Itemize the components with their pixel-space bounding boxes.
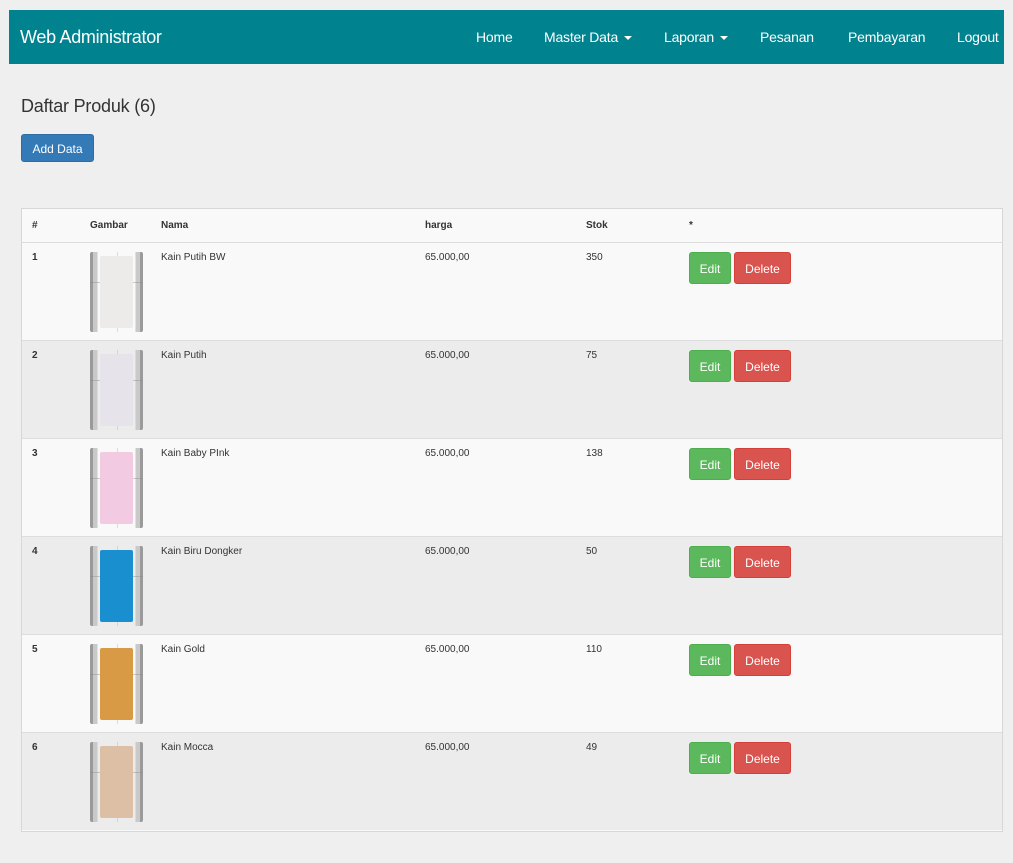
product-image-cell <box>80 633 151 732</box>
product-image-cell <box>80 535 151 634</box>
product-stock: 110 <box>576 633 679 732</box>
column-header-actions: * <box>679 209 1002 243</box>
table-row: 4 Kain Biru Dongker 65.000,00 50 Edit Del… <box>22 535 1002 634</box>
top-navbar: Web Administrator Home Master Data Lapor… <box>9 10 1004 64</box>
column-header-number: # <box>22 209 80 243</box>
product-name: Kain Biru Dongker <box>151 535 415 634</box>
products-table: # Gambar Nama harga Stok * 1 Kain Putih … <box>21 208 1003 832</box>
nav-master-data[interactable]: Master Data <box>544 29 633 45</box>
product-stock: 350 <box>576 241 679 340</box>
product-image-cell <box>80 731 151 830</box>
table-row: 6 Kain Mocca 65.000,00 49 Edit Delete <box>22 731 1002 830</box>
product-image <box>90 643 143 724</box>
row-number: 5 <box>22 633 80 732</box>
brand-title[interactable]: Web Administrator <box>9 27 162 48</box>
delete-button[interactable]: Delete <box>734 251 791 284</box>
product-image-cell <box>80 241 151 340</box>
product-price: 65.000,00 <box>415 241 576 340</box>
product-price: 65.000,00 <box>415 633 576 732</box>
delete-button[interactable]: Delete <box>734 349 791 382</box>
product-stock: 138 <box>576 437 679 536</box>
product-price: 65.000,00 <box>415 339 576 438</box>
edit-button[interactable]: Edit <box>689 349 731 382</box>
delete-button[interactable]: Delete <box>734 643 791 676</box>
product-name: Kain Gold <box>151 633 415 732</box>
add-data-button[interactable]: Add Data <box>21 134 94 162</box>
edit-button[interactable]: Edit <box>689 643 731 676</box>
page-title: Daftar Produk (6) <box>21 96 156 116</box>
delete-button[interactable]: Delete <box>734 741 791 774</box>
edit-button[interactable]: Edit <box>689 545 731 578</box>
product-image-cell <box>80 339 151 438</box>
row-actions: Edit Delete <box>679 437 1002 536</box>
nav-home[interactable]: Home <box>476 29 513 45</box>
delete-button[interactable]: Delete <box>734 545 791 578</box>
edit-button[interactable]: Edit <box>689 251 731 284</box>
nav-laporan[interactable]: Laporan <box>664 29 728 45</box>
table-row: 3 Kain Baby PInk 65.000,00 138 Edit Delet… <box>22 437 1002 536</box>
table-row: 2 Kain Putih 65.000,00 75 Edit Delete <box>22 339 1002 438</box>
product-image <box>90 741 143 822</box>
product-stock: 50 <box>576 535 679 634</box>
product-image <box>90 251 143 332</box>
row-number: 2 <box>22 339 80 438</box>
product-price: 65.000,00 <box>415 731 576 830</box>
row-actions: Edit Delete <box>679 241 1002 340</box>
product-image-cell <box>80 437 151 536</box>
edit-button[interactable]: Edit <box>689 741 731 774</box>
column-header-gambar: Gambar <box>80 209 151 243</box>
product-price: 65.000,00 <box>415 535 576 634</box>
row-number: 1 <box>22 241 80 340</box>
row-actions: Edit Delete <box>679 633 1002 732</box>
table-row: 1 Kain Putih BW 65.000,00 350 Edit Delete <box>22 241 1002 340</box>
product-price: 65.000,00 <box>415 437 576 536</box>
table-header-row: # Gambar Nama harga Stok * <box>22 209 1002 243</box>
product-image <box>90 447 143 528</box>
row-actions: Edit Delete <box>679 535 1002 634</box>
nav-master-data-label: Master Data <box>544 29 619 45</box>
edit-button[interactable]: Edit <box>689 447 731 480</box>
nav-laporan-label: Laporan <box>664 29 714 45</box>
row-actions: Edit Delete <box>679 339 1002 438</box>
product-stock: 49 <box>576 731 679 830</box>
product-image <box>90 545 143 626</box>
nav-pesanan[interactable]: Pesanan <box>760 29 814 45</box>
product-name: Kain Putih <box>151 339 415 438</box>
row-actions: Edit Delete <box>679 731 1002 830</box>
row-number: 3 <box>22 437 80 536</box>
nav-pembayaran[interactable]: Pembayaran <box>848 29 926 45</box>
row-number: 4 <box>22 535 80 634</box>
product-stock: 75 <box>576 339 679 438</box>
column-header-harga: harga <box>415 209 576 243</box>
product-image <box>90 349 143 430</box>
product-name: Kain Baby PInk <box>151 437 415 536</box>
row-number: 6 <box>22 731 80 830</box>
column-header-nama: Nama <box>151 209 415 243</box>
nav-logout[interactable]: Logout <box>957 29 999 45</box>
caret-down-icon <box>624 36 633 41</box>
delete-button[interactable]: Delete <box>734 447 791 480</box>
caret-down-icon <box>719 36 728 41</box>
product-name: Kain Mocca <box>151 731 415 830</box>
column-header-stok: Stok <box>576 209 679 243</box>
table-row: 5 Kain Gold 65.000,00 110 Edit Delete <box>22 633 1002 732</box>
product-name: Kain Putih BW <box>151 241 415 340</box>
